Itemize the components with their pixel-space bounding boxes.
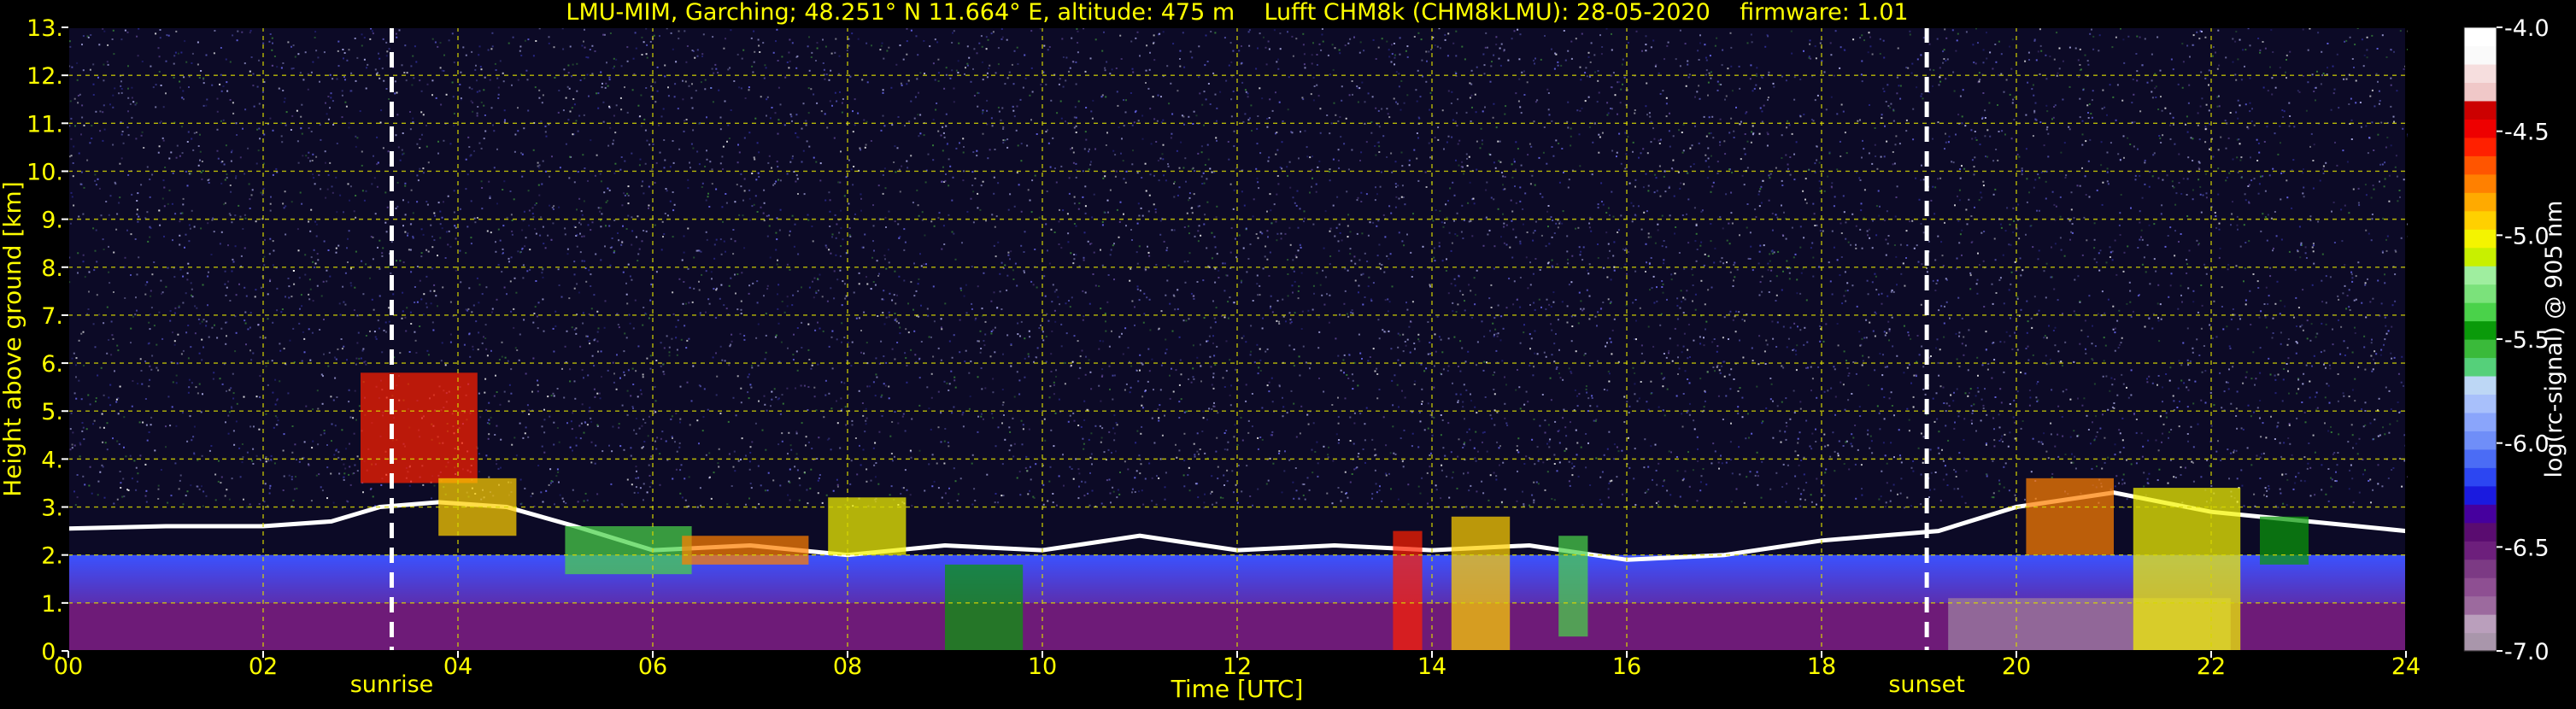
y-tick-label: 13. (26, 15, 63, 42)
y-tick-label: 9. (41, 208, 63, 234)
x-tick-label: 16 (1612, 653, 1641, 680)
x-tick-label: 08 (833, 653, 862, 680)
colorbar-swatch (2464, 449, 2497, 468)
colorbar-swatch (2464, 101, 2497, 120)
colorbar-label: log(rc-signal) @ 905 nm (2541, 201, 2567, 478)
y-tick-label: 2. (41, 543, 63, 570)
colorbar-swatch (2464, 266, 2497, 284)
colorbar-swatch (2464, 523, 2497, 542)
x-tick-label: 18 (1807, 653, 1836, 680)
chart-title: LMU-MIM, Garching; 48.251° N 11.664° E, … (566, 0, 1908, 26)
colorbar-swatch (2464, 45, 2497, 64)
colorbar-swatch (2464, 577, 2497, 596)
colorbar-swatch (2464, 486, 2497, 505)
y-tick-label: 8. (41, 255, 63, 282)
colorbar-swatch (2464, 633, 2497, 652)
plot-area: sunrise sunset (68, 27, 2408, 698)
colorbar-swatch (2464, 229, 2497, 248)
y-tick-label: 11. (26, 111, 63, 138)
colorbar-swatch (2464, 614, 2497, 633)
y-tick-label: 12. (26, 63, 63, 90)
sunrise-label: sunrise (350, 671, 434, 698)
colorbar-swatch (2464, 27, 2497, 46)
colorbar-swatch (2464, 82, 2497, 101)
colorbar-swatch (2464, 174, 2497, 193)
x-tick-label: 22 (2197, 653, 2226, 680)
sunset-label: sunset (1888, 671, 1965, 698)
colorbar-swatch (2464, 302, 2497, 321)
y-tick-label: 7. (41, 303, 63, 330)
x-tick-label: 24 (2391, 653, 2421, 680)
colorbar-swatch (2464, 376, 2497, 395)
chart-svg: sunrisesunset 00020406081012141618202224… (0, 0, 2576, 706)
colorbar-swatch (2464, 64, 2497, 83)
colorbar-swatch (2464, 339, 2497, 358)
x-tick-label: 20 (2002, 653, 2031, 680)
colorbar-swatch (2464, 248, 2497, 267)
colorbar-swatch (2464, 357, 2497, 376)
colorbar-tick-label: -7.0 (2504, 639, 2550, 665)
x-tick-label: 10 (1028, 653, 1057, 680)
colorbar-swatch (2464, 211, 2497, 230)
colorbar-swatch (2464, 138, 2497, 156)
x-tick-label: 06 (638, 653, 667, 680)
y-axis-label: Height above ground [km] (0, 181, 26, 497)
colorbar-swatch (2464, 596, 2497, 615)
colorbar-swatch (2464, 467, 2497, 486)
x-tick-label: 14 (1417, 653, 1446, 680)
x-tick-label: 04 (443, 653, 472, 680)
x-axis-label: Time [UTC] (1171, 675, 1304, 703)
y-tick-label: 10. (26, 159, 63, 185)
colorbar-swatch (2464, 394, 2497, 413)
y-tick-label: 6. (41, 351, 63, 378)
colorbar-swatch (2464, 541, 2497, 560)
colorbar-swatch (2464, 431, 2497, 449)
colorbar-swatch (2464, 155, 2497, 174)
colorbar-swatch (2464, 413, 2497, 431)
y-tick-label: 5. (41, 399, 63, 425)
colorbar-tick-label: -6.5 (2504, 535, 2550, 561)
colorbar-tick-label: -4.5 (2504, 120, 2550, 146)
y-tick-label: 1. (41, 591, 63, 618)
y-tick-label: 0. (41, 639, 63, 665)
y-tick-label: 3. (41, 495, 63, 522)
colorbar-swatch (2464, 321, 2497, 340)
colorbar-tick-label: -4.0 (2504, 15, 2550, 42)
colorbar-swatch (2464, 192, 2497, 211)
colorbar-swatch (2464, 119, 2497, 138)
colorbar-swatch (2464, 284, 2497, 303)
y-tick-label: 4. (41, 447, 63, 473)
colorbar-swatch (2464, 504, 2497, 523)
x-tick-label: 02 (249, 653, 278, 680)
colorbar-swatch (2464, 560, 2497, 578)
ceilometer-chart: sunrisesunset 00020406081012141618202224… (0, 0, 2576, 706)
